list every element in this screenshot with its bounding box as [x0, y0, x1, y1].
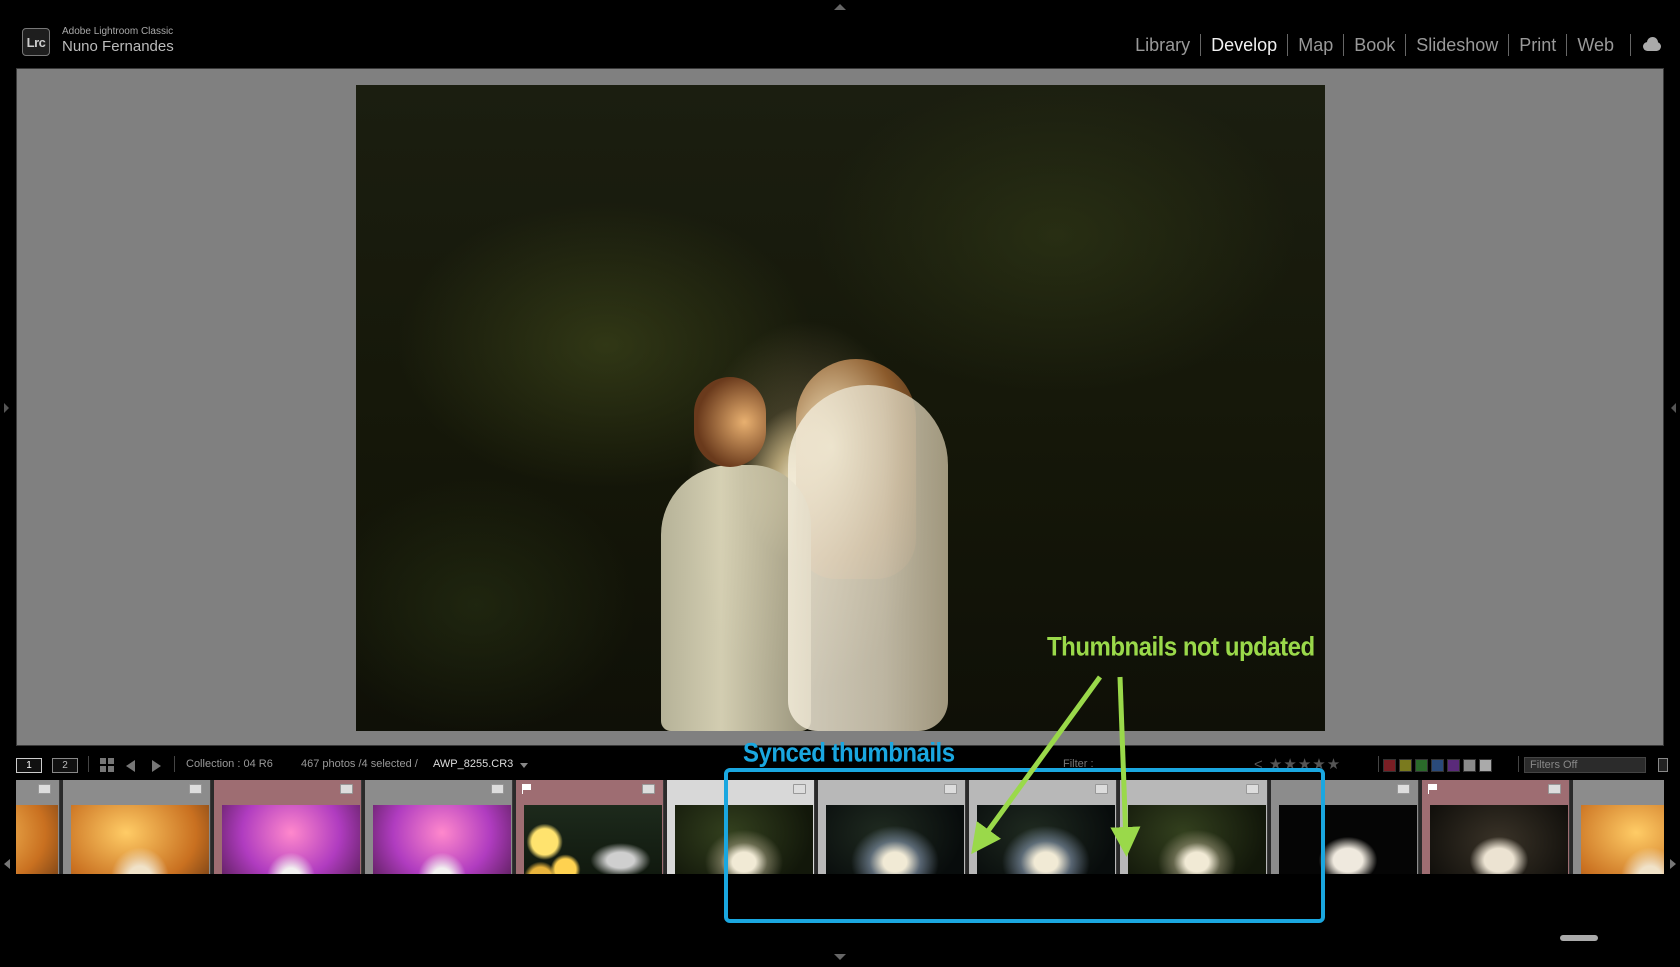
lock-icon[interactable]	[1658, 758, 1668, 772]
thumbnail[interactable]	[222, 805, 360, 874]
bottom-panel-toggle-icon[interactable]	[834, 954, 846, 960]
badge-icon[interactable]	[340, 784, 353, 794]
product-name: Adobe Lightroom Classic	[62, 26, 174, 37]
module-map[interactable]: Map	[1287, 34, 1343, 56]
thumbnail[interactable]	[373, 805, 511, 874]
divider	[1518, 756, 1519, 772]
thumbnail[interactable]	[1430, 805, 1568, 874]
divider	[88, 756, 89, 772]
not-updated-annotation: Thumbnails not updated	[1047, 632, 1315, 663]
badge-icon[interactable]	[189, 784, 202, 794]
arrow-right-icon[interactable]	[152, 760, 161, 772]
color-label-swatch[interactable]	[1399, 759, 1412, 772]
module-print[interactable]: Print	[1508, 34, 1566, 56]
color-label-swatch[interactable]	[1463, 759, 1476, 772]
current-filename[interactable]: AWP_8255.CR3	[433, 758, 513, 770]
collection-source[interactable]: Collection : 04 R6	[186, 758, 273, 770]
badge-icon[interactable]	[1548, 784, 1561, 794]
module-develop[interactable]: Develop	[1200, 34, 1287, 56]
lightroom-window: Lrc Adobe Lightroom Classic Nuno Fernand…	[0, 0, 1680, 967]
grid-icon[interactable]	[100, 758, 114, 772]
left-panel-toggle-icon[interactable]	[4, 403, 9, 413]
secondary-display-button[interactable]: 2	[52, 758, 78, 773]
loupe-view	[16, 68, 1664, 746]
badge-icon[interactable]	[642, 784, 655, 794]
color-label-swatch[interactable]	[1415, 759, 1428, 772]
thumbnail[interactable]	[71, 805, 209, 874]
badge-icon[interactable]	[38, 784, 51, 794]
user-name: Nuno Fernandes	[62, 38, 174, 55]
filmstrip-cell[interactable]	[1573, 780, 1664, 874]
thumbnail[interactable]	[524, 805, 662, 874]
arrow-left-icon[interactable]	[126, 760, 135, 772]
badge-icon[interactable]	[1397, 784, 1410, 794]
module-library[interactable]: Library	[1125, 34, 1200, 56]
filmstrip-cell[interactable]	[16, 780, 60, 874]
thumbnail[interactable]	[1581, 805, 1664, 874]
color-label-swatch[interactable]	[1479, 759, 1492, 772]
module-book[interactable]: Book	[1343, 34, 1405, 56]
filters-dropdown[interactable]: Filters Off	[1524, 757, 1646, 773]
flag-icon[interactable]	[1428, 784, 1437, 794]
top-panel-toggle-icon[interactable]	[834, 4, 846, 10]
color-label-swatch[interactable]	[1431, 759, 1444, 772]
module-picker: Library Develop Map Book Slideshow Print Web	[1125, 30, 1680, 60]
filmstrip-cell[interactable]	[365, 780, 513, 874]
color-label-swatch[interactable]	[1447, 759, 1460, 772]
synced-highlight-box	[724, 768, 1325, 923]
filmstrip-cell[interactable]: ★★★★★	[1422, 780, 1570, 874]
filmstrip-cell[interactable]	[63, 780, 211, 874]
photo-bride	[788, 385, 948, 731]
filmstrip-scroll-left-icon[interactable]	[4, 859, 10, 869]
cloud-icon[interactable]	[1630, 34, 1666, 56]
flag-icon[interactable]	[522, 784, 531, 794]
filmstrip-cell[interactable]: ★★★★★	[516, 780, 664, 874]
photo-count: 467 photos /4 selected /	[301, 758, 418, 770]
filmstrip-scroll-right-icon[interactable]	[1670, 859, 1676, 869]
badge-icon[interactable]	[491, 784, 504, 794]
primary-display-button[interactable]: 1	[16, 758, 42, 773]
lrc-logo: Lrc	[22, 28, 50, 56]
photo-groom-head	[694, 377, 766, 467]
right-panel-toggle-icon[interactable]	[1671, 403, 1676, 413]
synced-annotation: Synced thumbnails	[743, 738, 955, 769]
filmstrip-cell[interactable]: ★★★★★	[214, 780, 362, 874]
chevron-down-icon[interactable]	[520, 763, 528, 768]
divider	[1378, 756, 1379, 772]
color-label-swatch[interactable]	[1383, 759, 1396, 772]
module-slideshow[interactable]: Slideshow	[1405, 34, 1508, 56]
filmstrip-scrollbar[interactable]	[1560, 935, 1598, 941]
thumbnail[interactable]	[16, 805, 58, 874]
module-web[interactable]: Web	[1566, 34, 1624, 56]
divider	[174, 756, 175, 772]
